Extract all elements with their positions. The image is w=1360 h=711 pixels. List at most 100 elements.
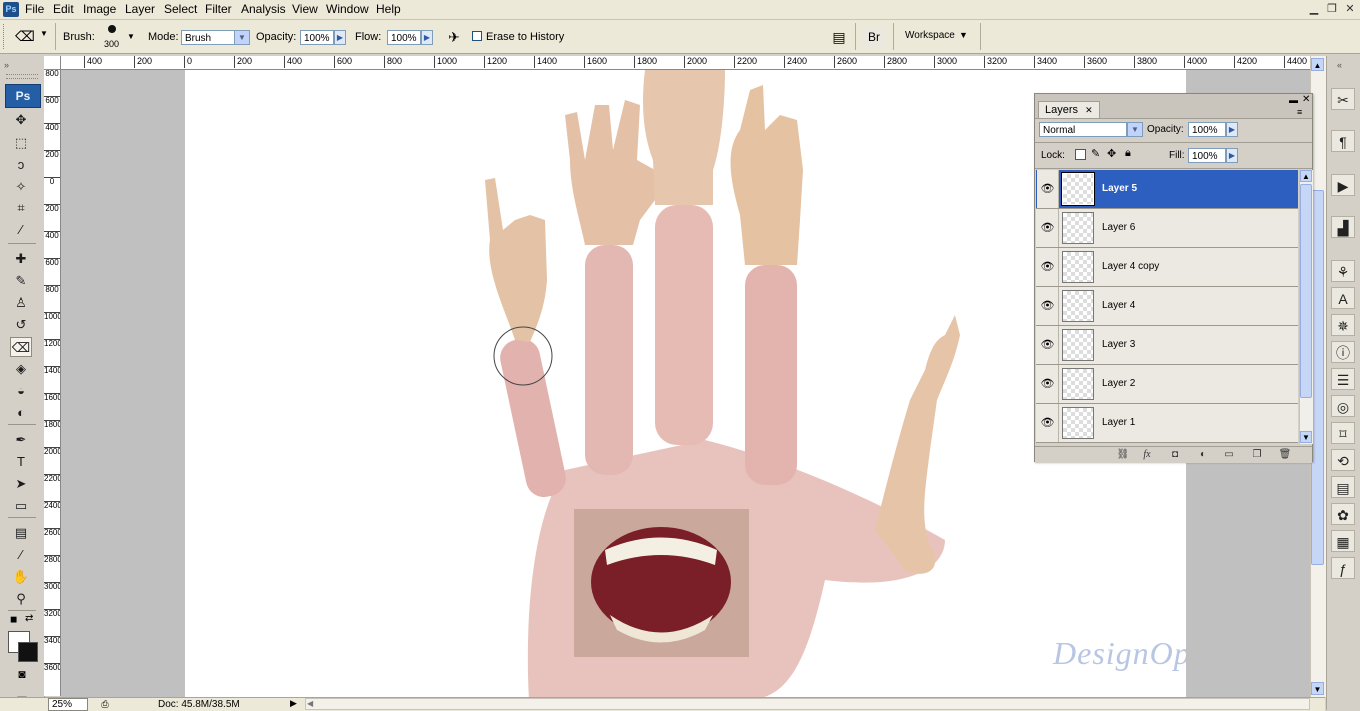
swatches-icon[interactable]: ▦ [1331,530,1355,552]
navigator-icon[interactable]: ✵ [1331,314,1355,336]
layer-name[interactable]: Layer 4 copy [1102,248,1159,286]
layer-row[interactable]: 👁︎ Layer 1 [1036,404,1298,443]
magic-wand-tool-icon[interactable]: ✧ [10,177,32,197]
layer-opacity-field[interactable]: 100% [1188,122,1226,137]
zoom-level-field[interactable]: 25% [48,698,88,711]
layer-thumbnail[interactable] [1062,290,1094,322]
airbrush-icon[interactable]: ✈ [444,28,464,46]
scroll-up-arrow-icon[interactable]: ▲ [1311,58,1324,71]
layer-thumbnail[interactable] [1062,407,1094,439]
type-tool-icon[interactable]: T [10,452,32,472]
scroll-down-arrow-icon[interactable]: ▼ [1311,682,1324,695]
paint-bucket-tool-icon[interactable]: ◈ [10,359,32,379]
clone-source-icon[interactable]: ⚘ [1331,260,1355,282]
status-preview-icon[interactable]: ⎙ [98,698,112,710]
layer-name[interactable]: Layer 5 [1102,170,1137,208]
swap-colors-icon[interactable]: ⇄ [25,613,33,624]
close-panel-icon[interactable]: ✕ [1302,94,1310,105]
lock-image-icon[interactable]: ✎ [1091,147,1100,160]
scroll-left-arrow-icon[interactable]: ◀ [307,699,313,708]
layer-thumbnail[interactable] [1062,329,1094,361]
workspace-chevron-down-icon[interactable]: ▼ [959,30,968,40]
layers-scroll-up-icon[interactable]: ▲ [1300,170,1312,182]
history-icon[interactable]: ⟲ [1331,449,1355,471]
visibility-eye-icon[interactable]: 👁︎ [1037,287,1059,325]
eyedropper-tool-icon[interactable]: ⁄ [10,220,32,240]
visibility-eye-icon[interactable]: 👁︎ [1037,248,1059,286]
dodge-tool-icon[interactable]: ◐ [10,403,32,423]
group-icon[interactable]: ▭ [1221,447,1237,463]
paragraph-icon[interactable]: ¶ [1331,130,1355,152]
mask-icon[interactable]: ◘ [1167,447,1183,463]
channels-icon[interactable]: ◎ [1331,395,1355,417]
lasso-tool-icon[interactable]: ↄ [10,155,32,175]
erase-to-history-checkbox[interactable] [472,31,482,41]
eraser-icon[interactable]: ⌫ [14,28,36,44]
visibility-eye-icon[interactable]: 👁︎ [1037,209,1059,247]
mode-chevron-down-icon[interactable]: ▼ [234,30,250,45]
mode-select[interactable]: Brush [181,30,235,45]
visibility-eye-icon[interactable]: 👁︎ [1037,404,1059,442]
background-color-swatch[interactable] [18,642,38,662]
crop-tool-icon[interactable]: ⌗ [10,198,32,218]
photoshop-app-icon[interactable]: Ps [3,2,19,17]
info-icon[interactable]: ⓘ [1331,341,1355,363]
menu-help[interactable]: Help [376,2,401,17]
blend-mode-select[interactable]: Normal [1039,122,1127,137]
collapse-panel-icon[interactable]: ▬ [1289,95,1298,105]
adjustment-icon[interactable]: ◐ [1195,447,1211,463]
tools-preset-icon[interactable]: ✂ [1331,88,1355,110]
fill-arrow-icon[interactable]: ▶ [1226,148,1238,163]
clone-stamp-tool-icon[interactable]: ♙ [10,293,32,313]
layers-scrollbar[interactable]: ▲ ▼ [1299,170,1313,444]
layer-opacity-arrow-icon[interactable]: ▶ [1226,122,1238,137]
toolbox-collapse-icon[interactable]: » [4,60,9,70]
layer-thumbnail[interactable] [1062,212,1094,244]
menu-image[interactable]: Image [83,2,116,17]
tool-preset-chevron-down-icon[interactable]: ▼ [40,29,48,38]
menu-edit[interactable]: Edit [53,2,74,17]
lock-transparency-icon[interactable] [1075,149,1086,160]
flow-field[interactable]: 100% [387,30,421,45]
menu-file[interactable]: File [25,2,44,17]
layer-name[interactable]: Layer 3 [1102,326,1135,364]
brush-tool-icon[interactable]: ✎ [10,271,32,291]
paths-icon[interactable]: ⌑ [1331,422,1355,444]
path-selection-tool-icon[interactable]: ➤ [10,474,32,494]
layer-row[interactable]: 👁︎ Layer 5 [1036,170,1298,209]
quick-mask-icon[interactable]: ◙ [12,666,32,682]
layer-thumbnail[interactable] [1062,368,1094,400]
link-layers-icon[interactable]: ⛓ [1115,447,1131,463]
visibility-eye-icon[interactable]: 👁︎ [1037,326,1059,364]
brush-picker-chevron-down-icon[interactable]: ▼ [127,32,135,41]
opacity-field[interactable]: 100% [300,30,334,45]
layer-name[interactable]: Layer 6 [1102,209,1135,247]
lock-position-icon[interactable]: ✥ [1107,147,1116,160]
layers-scroll-thumb[interactable] [1300,184,1312,398]
menu-filter[interactable]: Filter [205,2,232,17]
lock-all-icon[interactable]: 🔒︎ [1125,147,1131,160]
fx-icon[interactable]: fx [1139,447,1155,463]
brush-preview-icon[interactable] [108,25,116,33]
layer-row[interactable]: 👁︎ Layer 4 copy [1036,248,1298,287]
pen-tool-icon[interactable]: ✒ [10,430,32,450]
status-menu-arrow-icon[interactable]: ▶ [290,698,297,709]
histogram-icon[interactable]: ▟ [1331,216,1355,238]
layer-row[interactable]: 👁︎ Layer 2 [1036,365,1298,404]
minimize-icon[interactable]: ▁ [1306,2,1322,16]
notes-tool-icon[interactable]: ▤ [10,523,32,543]
menu-layer[interactable]: Layer [125,2,155,17]
menu-analysis[interactable]: Analysis [241,2,286,17]
layer-row[interactable]: 👁︎ Layer 3 [1036,326,1298,365]
opacity-slider-arrow-icon[interactable]: ▶ [334,30,346,45]
fill-field[interactable]: 100% [1188,148,1226,163]
bridge-icon[interactable]: Br [862,27,886,47]
blend-mode-chevron-down-icon[interactable]: ▼ [1127,122,1143,137]
close-tab-icon[interactable]: ✕ [1085,105,1093,115]
toolbox-grip[interactable] [6,74,38,79]
move-tool-icon[interactable]: ✥ [10,110,32,130]
zoom-tool-icon[interactable]: ⚲ [10,589,32,609]
file-browser-icon[interactable]: ▤ [830,28,848,46]
new-layer-icon[interactable]: ❐ [1249,447,1265,463]
blur-tool-icon[interactable]: ◒ [10,381,32,401]
